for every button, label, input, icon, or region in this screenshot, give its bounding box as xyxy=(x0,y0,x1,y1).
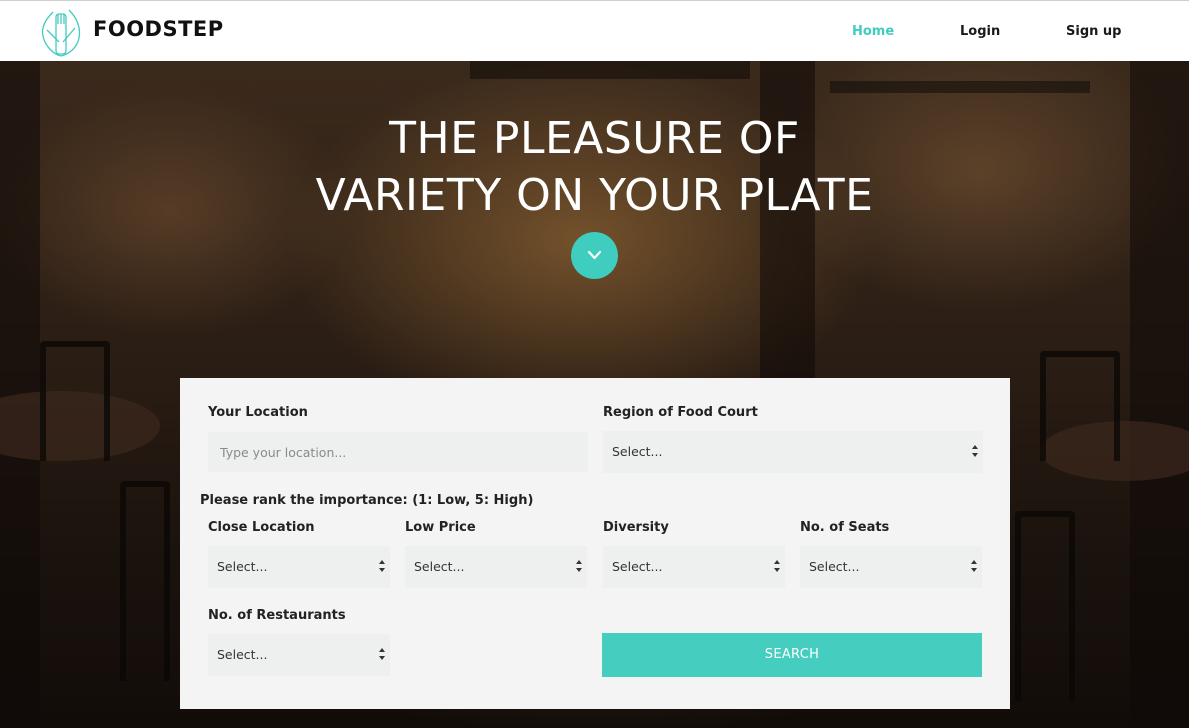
hero-title-line-2: VARIETY ON YOUR PLATE xyxy=(315,170,874,221)
select-arrows-icon xyxy=(971,560,977,572)
no-of-restaurants-select[interactable]: Select... xyxy=(208,634,390,676)
select-arrows-icon xyxy=(576,560,582,572)
select-arrows-icon xyxy=(774,560,780,572)
background-chair xyxy=(1015,511,1075,701)
diversity-select[interactable]: Select... xyxy=(603,546,785,588)
rank-prompt: Please rank the importance: (1: Low, 5: … xyxy=(200,493,534,508)
scroll-down-button[interactable] xyxy=(571,232,618,279)
no-of-seats-label: No. of Seats xyxy=(800,520,890,535)
background-chair xyxy=(120,481,170,681)
region-select-value: Select... xyxy=(612,444,663,459)
close-location-select-value: Select... xyxy=(217,559,268,574)
region-label: Region of Food Court xyxy=(603,405,758,420)
select-arrows-icon xyxy=(379,560,385,572)
no-of-seats-select[interactable]: Select... xyxy=(800,546,982,588)
close-location-label: Close Location xyxy=(208,520,315,535)
location-input[interactable] xyxy=(208,432,588,472)
select-arrows-icon xyxy=(972,445,978,457)
chevron-down-icon xyxy=(587,250,602,260)
hero-title-line-1: THE PLEASURE OF xyxy=(389,113,800,164)
location-label: Your Location xyxy=(208,405,308,420)
background-chair xyxy=(40,341,110,461)
navbar: FOODSTEP Home Login Sign up xyxy=(0,0,1189,61)
nav-signup-link[interactable]: Sign up xyxy=(1066,24,1121,39)
nav-login-link[interactable]: Login xyxy=(960,24,1000,39)
background-chair xyxy=(1040,351,1120,461)
diversity-label: Diversity xyxy=(603,520,669,535)
close-location-select[interactable]: Select... xyxy=(208,546,390,588)
diversity-select-value: Select... xyxy=(612,559,663,574)
search-panel: Your Location Region of Food Court Selec… xyxy=(180,378,1010,709)
low-price-select[interactable]: Select... xyxy=(405,546,587,588)
background-shelf xyxy=(830,81,1090,93)
brand-name[interactable]: FOODSTEP xyxy=(93,17,224,41)
select-arrows-icon xyxy=(379,648,385,660)
no-of-seats-select-value: Select... xyxy=(809,559,860,574)
search-button[interactable]: SEARCH xyxy=(602,633,982,677)
low-price-label: Low Price xyxy=(405,520,476,535)
low-price-select-value: Select... xyxy=(414,559,465,574)
background-shelf xyxy=(470,61,750,79)
no-of-restaurants-label: No. of Restaurants xyxy=(208,608,346,623)
fork-spoon-logo-icon[interactable] xyxy=(39,6,83,60)
no-of-restaurants-select-value: Select... xyxy=(217,647,268,662)
nav-home-link[interactable]: Home xyxy=(852,24,894,39)
region-select[interactable]: Select... xyxy=(603,431,983,473)
